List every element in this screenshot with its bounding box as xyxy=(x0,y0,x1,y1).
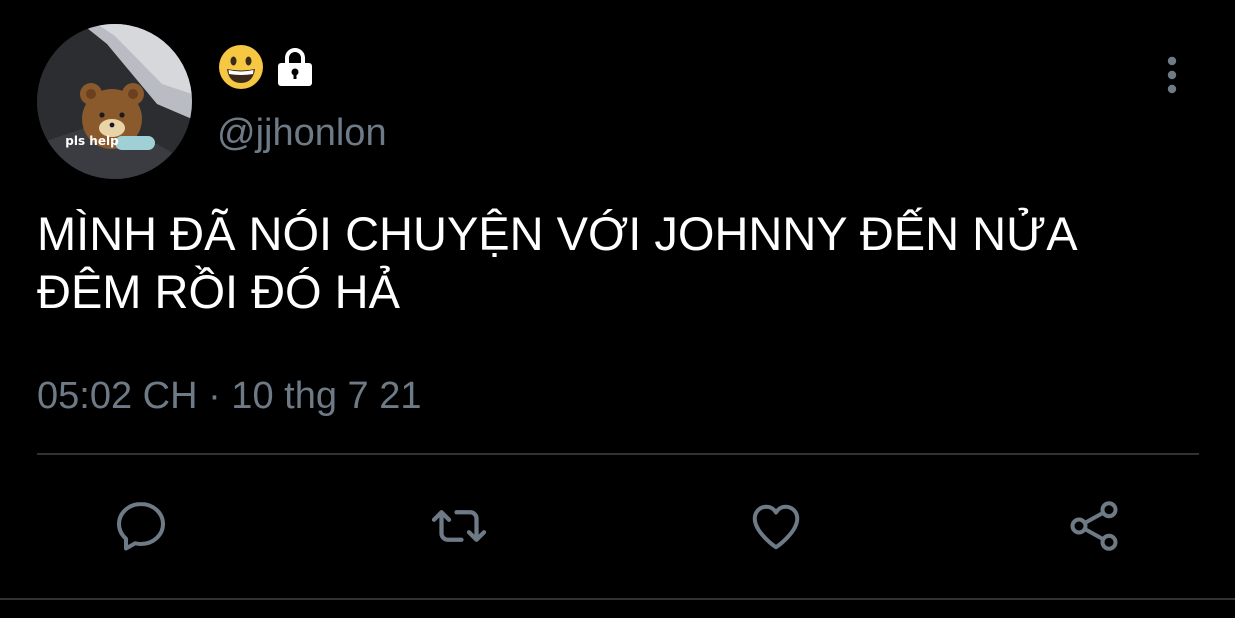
more-options-button[interactable] xyxy=(1150,52,1194,98)
like-button[interactable] xyxy=(745,495,807,557)
tweet-detail: pls help @jjhonlon MÌNH ĐÃ NÓI CHUYỆN VỚ… xyxy=(0,0,1235,618)
grinning-face-icon xyxy=(219,45,263,89)
tweet-text-line-2: ĐÊM RỒI ĐÓ HẢ xyxy=(37,265,400,318)
tweet-actions xyxy=(0,495,1235,557)
share-button[interactable] xyxy=(1063,495,1125,557)
retweet-icon xyxy=(431,510,487,542)
like-icon xyxy=(752,504,800,550)
tweet-text: MÌNH ĐÃ NÓI CHUYỆN VỚI JOHNNY ĐẾN NỬA ĐÊ… xyxy=(37,205,1197,321)
tweet-timestamp[interactable]: 05:02 CH · 10 thg 7 21 xyxy=(37,372,421,420)
share-icon xyxy=(1070,501,1118,551)
lock-icon xyxy=(278,48,312,86)
reply-icon xyxy=(117,502,165,551)
divider xyxy=(0,598,1235,600)
tweet-text-line-1: MÌNH ĐÃ NÓI CHUYỆN VỚI JOHNNY ĐẾN NỬA xyxy=(37,207,1078,260)
avatar[interactable]: pls help xyxy=(37,24,192,179)
divider xyxy=(37,453,1199,455)
avatar-image xyxy=(37,24,192,179)
avatar-caption: pls help xyxy=(65,134,119,148)
retweet-button[interactable] xyxy=(428,495,490,557)
reply-button[interactable] xyxy=(110,495,172,557)
display-name[interactable] xyxy=(217,42,315,92)
user-handle[interactable]: @jjhonlon xyxy=(217,110,387,156)
more-vertical-icon xyxy=(1167,56,1177,94)
